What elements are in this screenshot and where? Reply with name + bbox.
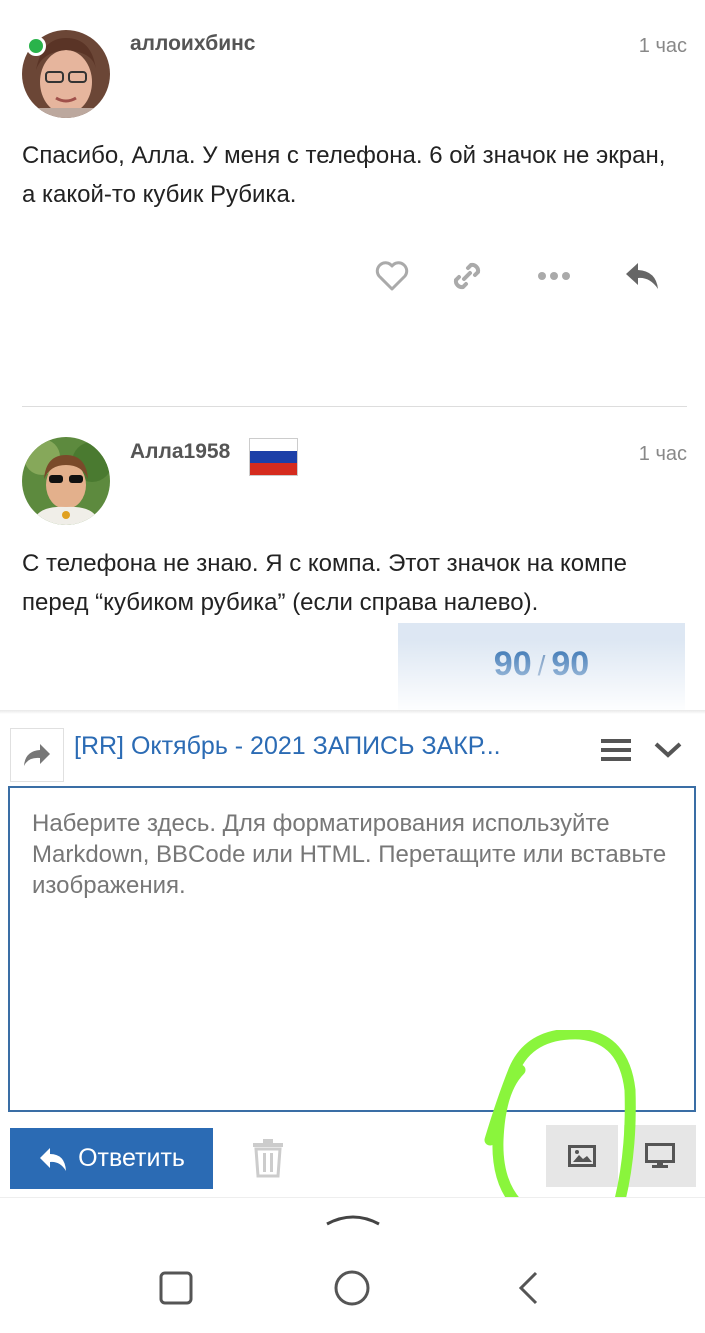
chevron-left-icon [518, 1271, 538, 1305]
post-time[interactable]: 1 час [639, 443, 687, 466]
trash-icon[interactable] [248, 1135, 288, 1181]
reply-composer: [RR] Октябрь - 2021 ЗАПИСЬ ЗАКР... Ответ… [0, 710, 705, 1197]
reply-action-button[interactable] [10, 728, 64, 782]
upload-image-button[interactable] [546, 1125, 618, 1187]
topic-title-link[interactable]: [RR] Октябрь - 2021 ЗАПИСЬ ЗАКР... [74, 732, 501, 761]
chevron-up-icon[interactable] [325, 1208, 381, 1233]
post-2: Алла1958 1 час С телефона не знаю. Я с к… [22, 0, 687, 700]
reply-submit-button[interactable]: Ответить [10, 1128, 213, 1189]
reply-editor [8, 786, 696, 1112]
toggle-preview-button[interactable] [624, 1125, 696, 1187]
system-nav-bar [0, 1197, 705, 1333]
share-arrow-icon [24, 744, 50, 766]
reply-label: Ответить [78, 1144, 185, 1172]
post-username[interactable]: Алла1958 [130, 440, 230, 464]
hamburger-icon[interactable] [598, 732, 634, 768]
desktop-icon [645, 1143, 675, 1168]
square-icon [159, 1271, 193, 1305]
russia-flag [249, 438, 298, 476]
reply-icon [40, 1147, 67, 1171]
chevron-down-icon[interactable] [650, 732, 686, 768]
circle-icon [334, 1270, 370, 1306]
home-button[interactable] [322, 1258, 382, 1318]
reply-textarea[interactable] [10, 788, 694, 1110]
content-fade [0, 640, 705, 710]
post-text: С телефона не знаю. Я с компа. Этот знач… [22, 550, 627, 616]
image-icon [568, 1145, 596, 1167]
recent-apps-button[interactable] [146, 1258, 206, 1318]
composer-shadow [0, 710, 705, 714]
back-button[interactable] [498, 1258, 558, 1318]
avatar[interactable] [22, 437, 110, 525]
